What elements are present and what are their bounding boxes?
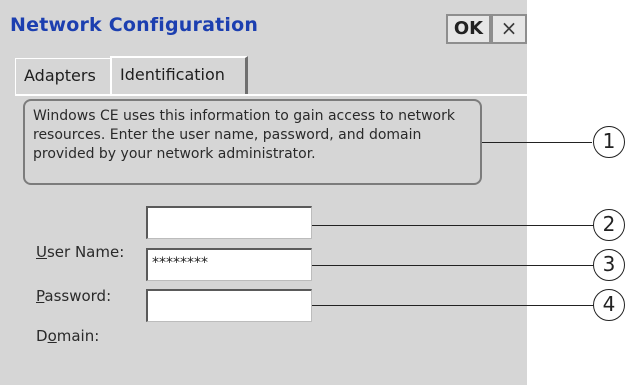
password-label-rest: assword: bbox=[44, 287, 112, 305]
ok-button[interactable]: OK bbox=[446, 14, 491, 44]
info-text: Windows CE uses this information to gain… bbox=[23, 99, 482, 185]
tab-adapters[interactable]: Adapters bbox=[15, 58, 111, 94]
callout-4: 4 bbox=[593, 289, 625, 321]
callout-line-2 bbox=[312, 225, 594, 226]
callout-line-4 bbox=[312, 305, 594, 306]
user-name-field[interactable] bbox=[146, 206, 312, 239]
domain-label: Domain: bbox=[36, 327, 99, 345]
user-name-label-key: U bbox=[36, 243, 47, 261]
user-name-label: User Name: bbox=[36, 243, 124, 261]
password-field[interactable]: ******** bbox=[146, 248, 312, 281]
callout-line-1 bbox=[482, 142, 592, 143]
tab-adapters-label: Adapters bbox=[24, 66, 96, 85]
tab-panel-border bbox=[15, 94, 527, 96]
tab-identification[interactable]: Identification bbox=[110, 56, 248, 94]
callout-line-3 bbox=[312, 265, 594, 266]
domain-label-key: o bbox=[47, 327, 57, 345]
password-label: Password: bbox=[36, 287, 111, 305]
domain-field[interactable] bbox=[146, 289, 312, 322]
close-icon[interactable]: × bbox=[491, 14, 527, 44]
domain-label-pre: D bbox=[36, 327, 48, 345]
domain-label-rest: main: bbox=[56, 327, 100, 345]
window-title: Network Configuration bbox=[10, 14, 259, 36]
network-configuration-window: Network Configuration OK × Adapters Iden… bbox=[0, 0, 527, 385]
title-bar: Network Configuration OK × bbox=[0, 0, 527, 54]
tab-identification-label: Identification bbox=[120, 65, 225, 84]
user-name-label-rest: ser Name: bbox=[46, 243, 125, 261]
callout-1: 1 bbox=[593, 126, 625, 158]
callout-2: 2 bbox=[593, 209, 625, 241]
callout-3: 3 bbox=[593, 249, 625, 281]
